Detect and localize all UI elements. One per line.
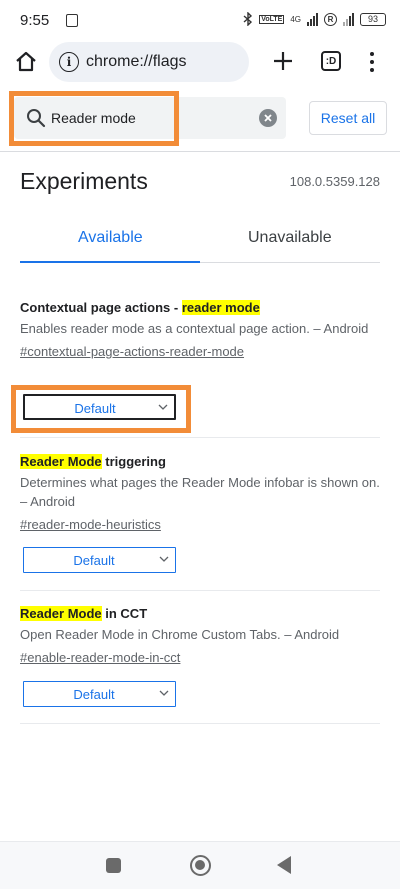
experiment-description: Determines what pages the Reader Mode in… [20, 475, 380, 509]
experiment-divider [20, 590, 380, 591]
experiment-link[interactable]: #contextual-page-actions-reader-mode [20, 343, 380, 361]
experiment-item: Reader Mode in CCT Open Reader Mode in C… [20, 605, 380, 667]
tab-available[interactable]: Available [78, 229, 143, 247]
recents-icon[interactable] [106, 858, 121, 873]
signal-icon [307, 12, 318, 26]
experiment-select[interactable]: Default [23, 681, 176, 707]
home-circle-icon[interactable] [190, 855, 211, 876]
experiment-item: Reader Mode triggering Determines what p… [20, 453, 380, 534]
home-icon [16, 51, 36, 72]
experiment-link[interactable]: #enable-reader-mode-in-cct [20, 649, 380, 667]
header-divider [0, 151, 400, 152]
select-value: Default [73, 687, 115, 702]
title-text: in CCT [101, 606, 148, 621]
menu-dot [370, 52, 374, 56]
plus-icon [274, 52, 292, 70]
tab-count: :D [325, 55, 337, 67]
experiment-divider [20, 437, 380, 438]
sim-icon [66, 14, 78, 27]
experiment-description: Enables reader mode as a contextual page… [20, 321, 369, 336]
network-type: 4G [290, 14, 301, 24]
roaming-icon: R [324, 12, 337, 26]
title-text: Contextual page actions - [20, 300, 182, 315]
page-title: Experiments [20, 168, 148, 194]
bluetooth-icon [243, 12, 253, 26]
back-icon[interactable] [277, 856, 291, 874]
select-value: Default [73, 553, 115, 568]
menu-dot [370, 68, 374, 72]
menu-button[interactable] [364, 50, 380, 74]
experiment-select[interactable]: Default [23, 547, 176, 573]
experiment-divider [20, 723, 380, 724]
status-time: 9:55 [20, 12, 50, 29]
system-nav-bar [0, 841, 400, 889]
experiment-item: Contextual page actions - reader mode En… [20, 299, 380, 361]
experiment-title: Contextual page actions - reader mode [20, 299, 380, 317]
tab-switcher-button[interactable]: :D [321, 51, 341, 71]
reset-all-button[interactable]: Reset all [309, 101, 387, 135]
tab-indicator [20, 261, 200, 263]
experiment-title: Reader Mode triggering [20, 453, 380, 471]
tab-unavailable[interactable]: Unavailable [248, 229, 332, 247]
omnibox-url: chrome://flags [86, 53, 187, 70]
title-match: Reader Mode [20, 606, 102, 621]
omnibox[interactable]: i chrome://flags [49, 42, 249, 82]
title-match: Reader Mode [20, 454, 102, 469]
experiment-description: Open Reader Mode in Chrome Custom Tabs. … [20, 627, 340, 642]
home-button[interactable] [12, 48, 40, 76]
annotation-highlight-select [11, 385, 191, 433]
clear-search-button[interactable] [259, 109, 277, 127]
version-label: 108.0.5359.128 [289, 174, 380, 189]
battery-icon: 93 [360, 12, 386, 26]
volte-icon: VoLTE [259, 14, 285, 24]
new-tab-button[interactable] [270, 48, 296, 74]
signal-icon-2 [343, 12, 354, 26]
menu-dot [370, 60, 374, 64]
close-icon [264, 114, 272, 122]
chevron-down-icon [159, 556, 169, 562]
experiment-title: Reader Mode in CCT [20, 605, 380, 623]
title-text: triggering [101, 454, 166, 469]
chevron-down-icon [159, 690, 169, 696]
status-icons: VoLTE 4G R 93 [243, 12, 386, 26]
status-bar: 9:55 VoLTE 4G R 93 [0, 0, 400, 40]
experiment-link[interactable]: #reader-mode-heuristics [20, 516, 380, 534]
browser-toolbar: i chrome://flags :D [0, 40, 400, 84]
title-match: reader mode [181, 300, 260, 315]
annotation-highlight-search [9, 91, 179, 146]
info-icon[interactable]: i [59, 52, 79, 72]
